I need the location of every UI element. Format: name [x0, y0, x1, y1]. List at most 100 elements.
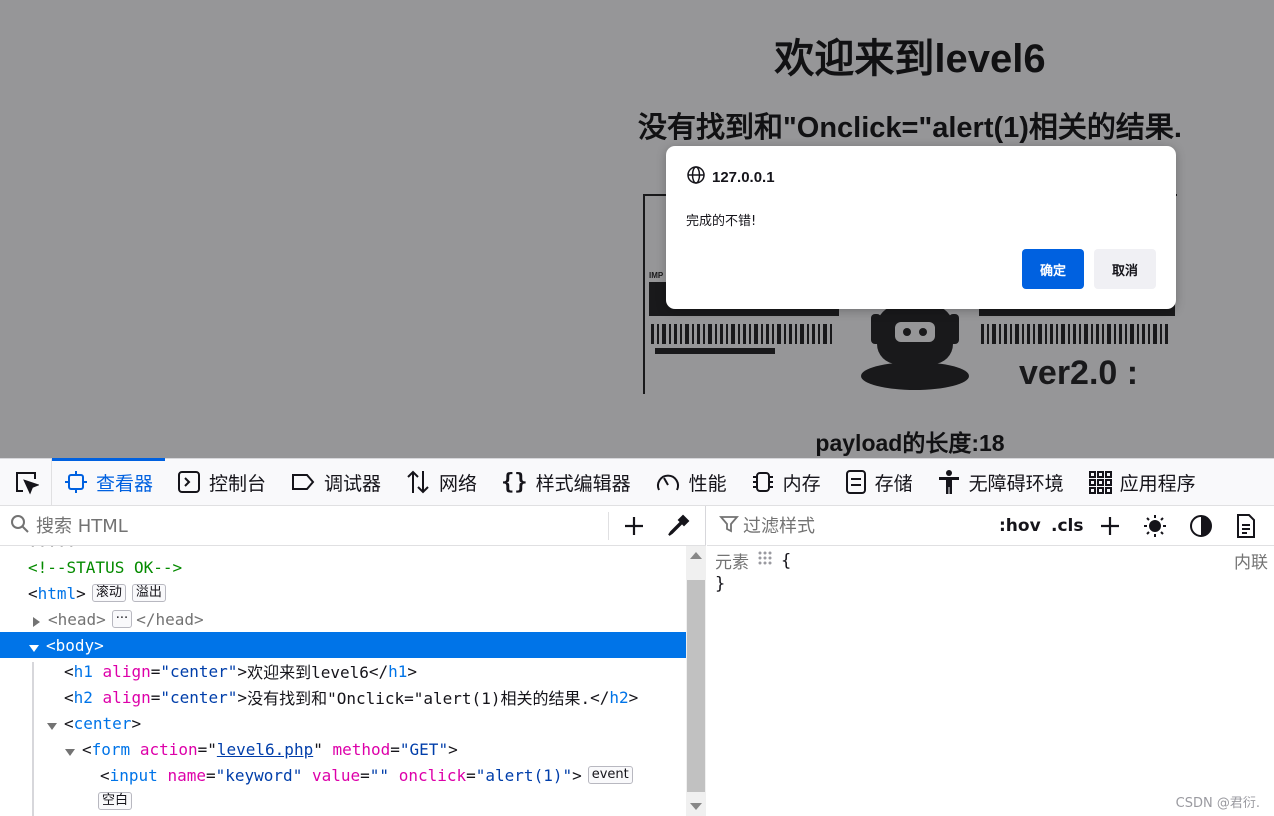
input-name-value[interactable]: "keyword" — [216, 766, 303, 785]
storage-icon — [845, 470, 867, 494]
tab-label: 无障碍环境 — [968, 472, 1064, 495]
dialog-message: 完成的不错! — [686, 214, 757, 229]
globe-icon — [686, 165, 706, 189]
tab-console[interactable]: 控制台 — [165, 459, 278, 505]
tab-network[interactable]: 网络 — [393, 459, 489, 505]
tab-label: 控制台 — [209, 472, 267, 495]
tab-label: 查看器 — [96, 472, 154, 495]
scrollbar-thumb[interactable] — [687, 580, 705, 792]
memory-icon — [751, 470, 775, 494]
h2-align-value[interactable]: "center" — [160, 688, 237, 707]
input-value-value[interactable]: "" — [370, 766, 389, 785]
expand-arrow-icon[interactable] — [30, 613, 42, 627]
tab-label: 样式编辑器 — [535, 472, 631, 495]
event-badge[interactable]: event — [587, 766, 633, 784]
scroll-up-icon[interactable] — [690, 552, 702, 559]
cancel-button[interactable]: 取消 — [1094, 249, 1156, 289]
tab-label: 网络 — [439, 472, 478, 495]
h1-text: 欢迎来到level6 — [247, 663, 369, 682]
search-icon — [10, 514, 30, 538]
devtools-tabbar: 查看器 控制台 调试器 网络 {} 样式编辑器 性能 内存 存储 无障碍环境 应… — [0, 458, 1274, 506]
open-brace: { — [781, 550, 792, 571]
tab-inspector[interactable]: 查看器 — [52, 458, 166, 505]
cls-toggle[interactable]: .cls — [1051, 514, 1083, 538]
overflow-badge[interactable]: 溢出 — [131, 584, 166, 602]
watermark: CSDN @君衍. — [1175, 796, 1260, 811]
tree-row-whitespace[interactable]: 空白 — [0, 788, 686, 814]
tab-performance[interactable]: 性能 — [643, 459, 739, 505]
add-node-icon[interactable] — [622, 514, 646, 542]
close-brace: } — [715, 574, 726, 594]
dialog-origin-text: 127.0.0.1 — [712, 168, 775, 186]
tree-row-head[interactable]: <head> ··· </head> — [0, 606, 686, 632]
tab-memory[interactable]: 内存 — [739, 459, 833, 505]
whitespace-badge[interactable]: 空白 — [98, 792, 133, 810]
markup-scrollbar[interactable] — [686, 546, 706, 816]
eyedropper-icon[interactable] — [666, 514, 690, 542]
filter-styles-input[interactable] — [743, 515, 983, 537]
element-picker-icon — [13, 469, 39, 495]
network-icon — [405, 469, 431, 495]
collapse-arrow-icon[interactable] — [64, 743, 76, 756]
tree-row-body[interactable]: <body> — [0, 632, 686, 658]
markup-toolbar — [0, 506, 706, 546]
tab-application[interactable]: 应用程序 — [1076, 459, 1208, 505]
toolbar-divider — [608, 512, 609, 540]
search-html — [10, 514, 576, 538]
element-picker-button[interactable] — [0, 459, 52, 505]
tab-storage[interactable]: 存储 — [833, 459, 925, 505]
debugger-icon — [290, 470, 316, 494]
add-rule-icon[interactable] — [1099, 514, 1121, 538]
rules-toolbar: :hov .cls — [707, 506, 1274, 546]
markup-tree: ····· <!--STATUS OK--> <html> 滚动 溢出 <hea… — [0, 546, 686, 816]
drag-handle-icon[interactable] — [757, 550, 773, 571]
search-html-input[interactable] — [36, 515, 576, 537]
element-selector: 元素 — [715, 553, 749, 573]
tab-style-editor[interactable]: {} 样式编辑器 — [489, 459, 643, 505]
tree-row-comment[interactable]: <!--STATUS OK--> — [0, 554, 686, 580]
alert-dialog: 127.0.0.1 完成的不错! 确定 取消 — [666, 146, 1176, 309]
application-icon — [1088, 470, 1112, 494]
collapse-arrow-icon[interactable] — [46, 717, 58, 730]
h2-text: 没有找到和"Onclick="alert(1)相关的结果. — [247, 689, 591, 708]
filter-icon — [719, 514, 739, 538]
tree-row-html[interactable]: <html> 滚动 溢出 — [0, 580, 686, 606]
tree-row-center[interactable]: <center> — [0, 710, 686, 736]
console-icon — [177, 470, 201, 494]
element-rule[interactable]: 元素 { — [715, 548, 792, 574]
form-method-value[interactable]: "GET" — [400, 740, 448, 759]
style-editor-icon: {} — [501, 469, 528, 495]
tree-row-input[interactable]: <input name="keyword" value="" onclick="… — [0, 762, 686, 788]
tab-label: 应用程序 — [1119, 472, 1196, 495]
print-media-icon[interactable] — [1235, 514, 1257, 538]
accessibility-icon — [937, 469, 961, 495]
dark-mode-icon[interactable] — [1189, 514, 1213, 538]
form-action-link[interactable]: level6.php — [217, 740, 313, 759]
light-mode-icon[interactable] — [1143, 514, 1167, 538]
scroll-badge[interactable]: 滚动 — [91, 584, 126, 602]
h1-align-value[interactable]: "center" — [160, 662, 237, 681]
filter-styles — [719, 514, 983, 538]
inspector-icon — [64, 470, 88, 494]
markup-panel: ····· <!--STATUS OK--> <html> 滚动 溢出 <hea… — [0, 506, 706, 816]
tab-label: 调试器 — [324, 472, 382, 495]
tab-debugger[interactable]: 调试器 — [278, 459, 393, 505]
tree-row-form[interactable]: <form action="level6.php" method="GET"> — [0, 736, 686, 762]
tab-label: 性能 — [688, 472, 727, 495]
collapsed-badge[interactable]: ··· — [111, 610, 133, 628]
tree-row-h2[interactable]: <h2 align="center"> 没有找到和"Onclick="alert(… — [0, 684, 686, 710]
scroll-down-icon[interactable] — [690, 803, 702, 810]
collapse-arrow-icon[interactable] — [28, 639, 40, 652]
rule-source-label[interactable]: 内联 — [1234, 548, 1268, 573]
tab-label: 存储 — [874, 472, 913, 495]
ok-button[interactable]: 确定 — [1022, 249, 1084, 289]
hov-toggle[interactable]: :hov — [999, 514, 1041, 538]
tab-accessibility[interactable]: 无障碍环境 — [925, 459, 1076, 505]
performance-icon — [655, 470, 681, 494]
dialog-origin: 127.0.0.1 — [686, 166, 775, 188]
rules-panel: :hov .cls 元素 — [707, 506, 1274, 816]
status-comment: <!--STATUS OK--> — [28, 557, 183, 577]
input-onclick-value[interactable]: "alert(1)" — [476, 766, 572, 785]
tab-label: 内存 — [782, 472, 821, 495]
tree-row-h1[interactable]: <h1 align="center"> 欢迎来到level6 </h1> — [0, 658, 686, 684]
